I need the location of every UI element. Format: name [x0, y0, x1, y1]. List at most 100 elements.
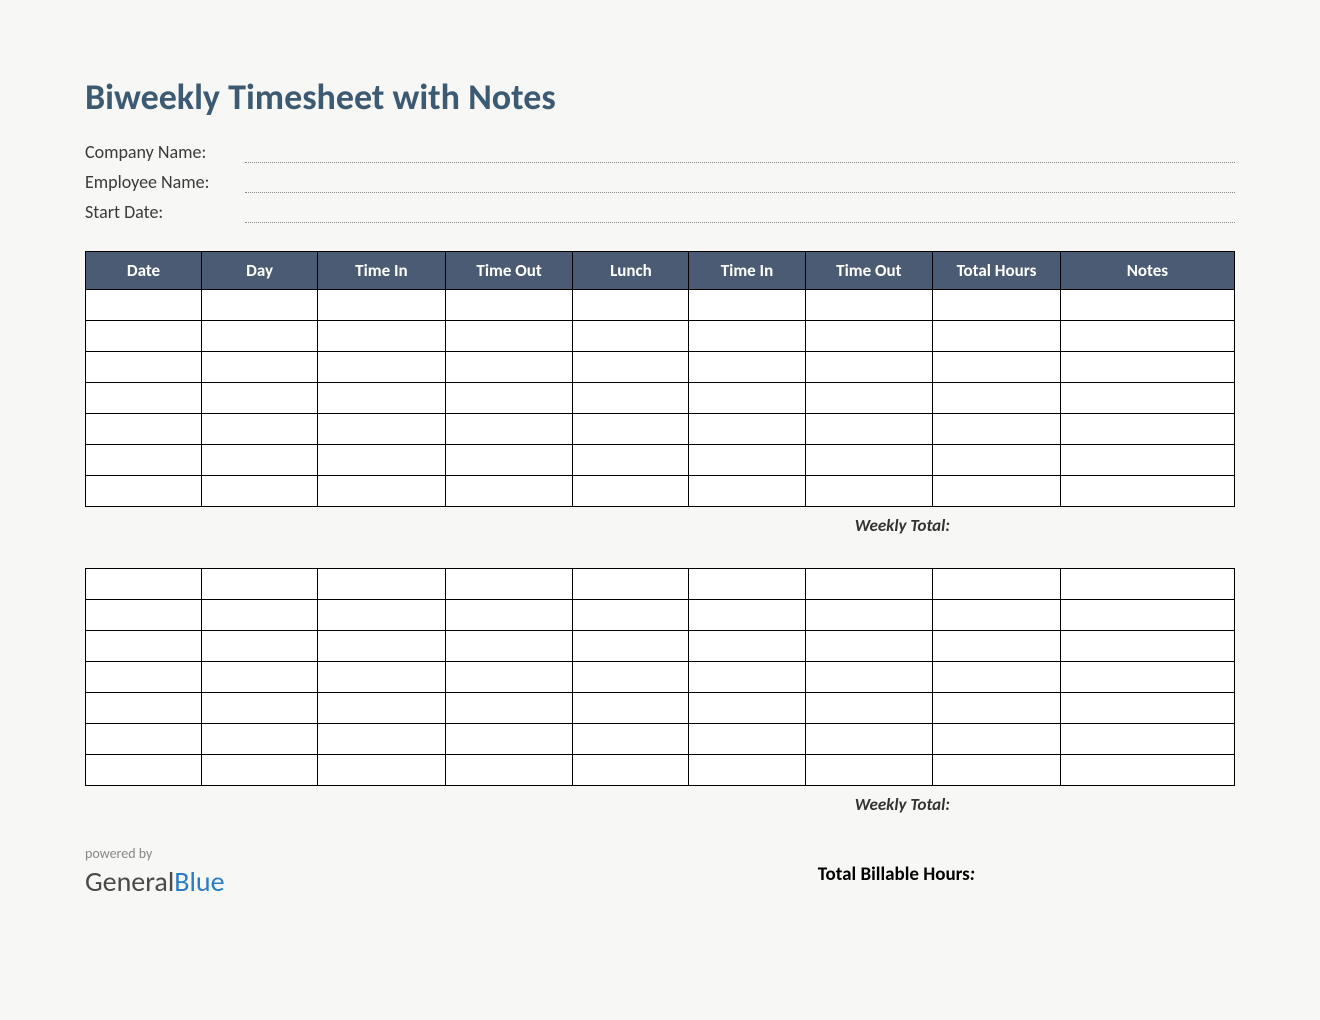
cell-date[interactable] — [86, 631, 202, 662]
cell-date[interactable] — [86, 724, 202, 755]
company-name-field[interactable] — [245, 145, 1235, 163]
cell-date[interactable] — [86, 600, 202, 631]
cell-timeIn2[interactable] — [689, 631, 805, 662]
cell-notes[interactable] — [1060, 352, 1234, 383]
cell-timeOut1[interactable] — [445, 662, 573, 693]
cell-timeIn2[interactable] — [689, 693, 805, 724]
cell-day[interactable] — [202, 755, 318, 786]
cell-notes[interactable] — [1060, 414, 1234, 445]
cell-timeIn2[interactable] — [689, 321, 805, 352]
cell-timeIn1[interactable] — [318, 693, 446, 724]
cell-timeOut1[interactable] — [445, 383, 573, 414]
cell-date[interactable] — [86, 445, 202, 476]
cell-date[interactable] — [86, 290, 202, 321]
cell-timeIn2[interactable] — [689, 290, 805, 321]
cell-day[interactable] — [202, 414, 318, 445]
cell-date[interactable] — [86, 321, 202, 352]
cell-timeOut1[interactable] — [445, 352, 573, 383]
cell-date[interactable] — [86, 383, 202, 414]
cell-timeIn1[interactable] — [318, 414, 446, 445]
cell-notes[interactable] — [1060, 693, 1234, 724]
cell-day[interactable] — [202, 600, 318, 631]
cell-timeOut1[interactable] — [445, 600, 573, 631]
cell-timeIn1[interactable] — [318, 321, 446, 352]
cell-totalHours[interactable] — [933, 321, 1061, 352]
cell-lunch[interactable] — [573, 600, 689, 631]
cell-lunch[interactable] — [573, 414, 689, 445]
cell-notes[interactable] — [1060, 476, 1234, 507]
cell-timeIn1[interactable] — [318, 662, 446, 693]
cell-totalHours[interactable] — [933, 755, 1061, 786]
cell-timeIn2[interactable] — [689, 569, 805, 600]
cell-timeOut1[interactable] — [445, 445, 573, 476]
cell-timeIn1[interactable] — [318, 600, 446, 631]
cell-day[interactable] — [202, 662, 318, 693]
cell-notes[interactable] — [1060, 755, 1234, 786]
cell-timeOut2[interactable] — [805, 445, 933, 476]
cell-totalHours[interactable] — [933, 476, 1061, 507]
cell-totalHours[interactable] — [933, 631, 1061, 662]
cell-day[interactable] — [202, 445, 318, 476]
cell-timeOut1[interactable] — [445, 755, 573, 786]
cell-day[interactable] — [202, 693, 318, 724]
cell-day[interactable] — [202, 352, 318, 383]
cell-day[interactable] — [202, 476, 318, 507]
cell-timeIn1[interactable] — [318, 569, 446, 600]
cell-day[interactable] — [202, 290, 318, 321]
cell-timeOut2[interactable] — [805, 476, 933, 507]
cell-timeOut1[interactable] — [445, 693, 573, 724]
cell-timeIn1[interactable] — [318, 445, 446, 476]
cell-totalHours[interactable] — [933, 414, 1061, 445]
cell-timeIn2[interactable] — [689, 414, 805, 445]
cell-timeOut1[interactable] — [445, 476, 573, 507]
cell-lunch[interactable] — [573, 321, 689, 352]
cell-timeIn1[interactable] — [318, 755, 446, 786]
cell-date[interactable] — [86, 693, 202, 724]
cell-timeOut2[interactable] — [805, 321, 933, 352]
cell-timeOut1[interactable] — [445, 321, 573, 352]
cell-timeIn1[interactable] — [318, 724, 446, 755]
cell-timeOut1[interactable] — [445, 724, 573, 755]
cell-timeIn1[interactable] — [318, 383, 446, 414]
cell-lunch[interactable] — [573, 445, 689, 476]
cell-timeOut2[interactable] — [805, 662, 933, 693]
cell-date[interactable] — [86, 414, 202, 445]
cell-timeIn1[interactable] — [318, 476, 446, 507]
cell-totalHours[interactable] — [933, 290, 1061, 321]
cell-totalHours[interactable] — [933, 662, 1061, 693]
cell-totalHours[interactable] — [933, 724, 1061, 755]
cell-lunch[interactable] — [573, 724, 689, 755]
cell-totalHours[interactable] — [933, 445, 1061, 476]
cell-timeOut1[interactable] — [445, 290, 573, 321]
cell-lunch[interactable] — [573, 662, 689, 693]
cell-timeOut2[interactable] — [805, 290, 933, 321]
cell-lunch[interactable] — [573, 755, 689, 786]
start-date-field[interactable] — [245, 205, 1235, 223]
cell-lunch[interactable] — [573, 569, 689, 600]
cell-timeOut1[interactable] — [445, 414, 573, 445]
cell-timeOut2[interactable] — [805, 383, 933, 414]
cell-notes[interactable] — [1060, 600, 1234, 631]
cell-timeOut1[interactable] — [445, 569, 573, 600]
cell-day[interactable] — [202, 724, 318, 755]
cell-lunch[interactable] — [573, 693, 689, 724]
cell-timeIn2[interactable] — [689, 445, 805, 476]
cell-timeOut2[interactable] — [805, 724, 933, 755]
cell-day[interactable] — [202, 569, 318, 600]
cell-timeOut2[interactable] — [805, 693, 933, 724]
cell-date[interactable] — [86, 476, 202, 507]
cell-totalHours[interactable] — [933, 600, 1061, 631]
cell-totalHours[interactable] — [933, 569, 1061, 600]
cell-lunch[interactable] — [573, 290, 689, 321]
cell-date[interactable] — [86, 662, 202, 693]
cell-notes[interactable] — [1060, 662, 1234, 693]
cell-notes[interactable] — [1060, 290, 1234, 321]
cell-day[interactable] — [202, 631, 318, 662]
cell-timeIn2[interactable] — [689, 755, 805, 786]
cell-timeIn2[interactable] — [689, 352, 805, 383]
cell-timeIn2[interactable] — [689, 600, 805, 631]
cell-notes[interactable] — [1060, 631, 1234, 662]
cell-timeOut2[interactable] — [805, 631, 933, 662]
cell-date[interactable] — [86, 755, 202, 786]
cell-notes[interactable] — [1060, 724, 1234, 755]
